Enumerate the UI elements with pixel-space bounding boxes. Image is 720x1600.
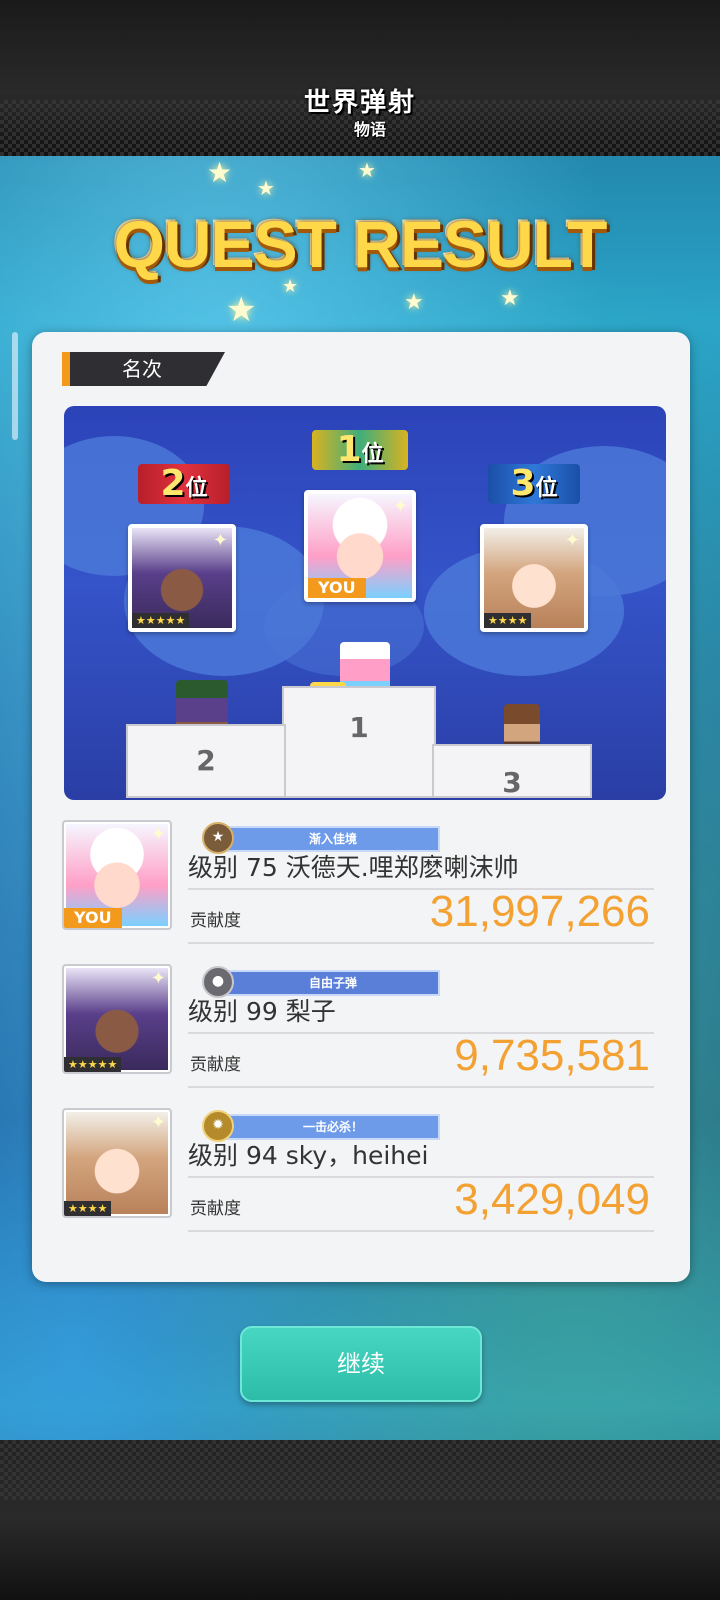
- player-name: 级别 94 sky，heihei: [188, 1141, 429, 1170]
- logo-main-text: 世界弹射: [303, 88, 416, 118]
- rank-suffix: 位: [185, 476, 208, 501]
- portrait-second[interactable]: ✦ ★★★★★: [128, 524, 236, 632]
- contribution-label: 贡献度: [190, 1199, 241, 1219]
- star-icon: ★: [358, 158, 376, 182]
- bottom-checker-pattern: [0, 1440, 720, 1500]
- portrait-first[interactable]: ✦ YOU: [304, 490, 416, 602]
- rarity-stars: ★★★★: [64, 1201, 112, 1216]
- rank-number: 2: [160, 463, 186, 504]
- sparkle-icon: ✦: [564, 530, 580, 551]
- divider: [188, 942, 654, 944]
- sparkle-icon: ✦: [212, 530, 228, 551]
- star-icon: ★: [226, 290, 257, 330]
- contribution-value: 9,735,581: [454, 1031, 650, 1080]
- podium-step-label: 3: [502, 766, 522, 799]
- rarity-stars: ★★★★★: [64, 1057, 122, 1072]
- section-tag-label: 名次: [70, 352, 225, 386]
- player-avatar[interactable]: ✦ YOU: [62, 820, 172, 930]
- section-tag: 名次: [62, 352, 232, 386]
- star-icon: ★: [500, 286, 520, 311]
- player-avatar[interactable]: ✦ ★★★★: [62, 1108, 172, 1218]
- podium-step-first: 1: [282, 686, 436, 798]
- podium-step-third: 3: [432, 744, 592, 799]
- rank-ribbon-second: 2位: [138, 464, 230, 504]
- scrollbar[interactable]: [12, 332, 18, 440]
- title-badge: 渐入佳境: [226, 826, 440, 852]
- player-name: 级别 75 沃德天.哩郑麽喇沫帅: [188, 853, 519, 882]
- sparkle-icon: ✦: [150, 1112, 166, 1133]
- contribution-value: 31,997,266: [429, 887, 650, 936]
- podium-step-label: 1: [349, 711, 369, 744]
- result-row[interactable]: ✦ YOU 渐入佳境 ★ 级别 75 沃德天.哩郑麽喇沫帅 贡献度 31,997…: [62, 820, 654, 948]
- you-badge: YOU: [308, 578, 366, 598]
- rank-number: 1: [336, 429, 362, 470]
- game-logo: 世界弹射 物语: [290, 76, 430, 148]
- quest-result-title: QUEST RESULT: [113, 207, 608, 281]
- logo-sub-text: 物语: [353, 120, 386, 139]
- bottom-bar: [0, 1440, 720, 1600]
- contribution-label: 贡献度: [190, 911, 241, 931]
- star-icon: ★: [207, 156, 233, 189]
- rank-suffix: 位: [535, 476, 558, 501]
- result-panel: 名次 1位 2位 3位 ✦ YOU ✦ ★★★★★ ✦ ★★★★ 1 2 3 ✦…: [32, 332, 690, 1282]
- rank-ribbon-third: 3位: [488, 464, 580, 504]
- rarity-stars: ★★★★★: [132, 613, 190, 628]
- sparkle-icon: ✦: [150, 824, 166, 845]
- section-tag-accent: [62, 352, 70, 386]
- divider: [188, 1086, 654, 1088]
- title-badge: 自由子弹: [226, 970, 440, 996]
- result-row[interactable]: ✦ ★★★★ 一击必杀！ ✹ 级别 94 sky，heihei 贡献度 3,42…: [62, 1108, 654, 1236]
- star-icon: ★: [257, 176, 275, 200]
- player-name: 级别 99 梨子: [188, 997, 336, 1026]
- podium-step-label: 2: [196, 744, 216, 777]
- contribution-value: 3,429,049: [454, 1175, 650, 1224]
- title-badge: 一击必杀！: [226, 1114, 440, 1140]
- you-badge: YOU: [64, 908, 122, 928]
- continue-button[interactable]: 继续: [240, 1326, 482, 1402]
- rank-number: 3: [510, 463, 536, 504]
- result-row[interactable]: ✦ ★★★★★ 自由子弹 ● 级别 99 梨子 贡献度 9,735,581: [62, 964, 654, 1092]
- contribution-label: 贡献度: [190, 1055, 241, 1075]
- star-icon: ★: [404, 290, 424, 315]
- podium-step-second: 2: [126, 724, 286, 798]
- sparkle-icon: ✦: [392, 496, 408, 517]
- divider: [188, 1230, 654, 1232]
- player-avatar[interactable]: ✦ ★★★★★: [62, 964, 172, 1074]
- sparkle-icon: ✦: [150, 968, 166, 989]
- portrait-third[interactable]: ✦ ★★★★: [480, 524, 588, 632]
- rank-suffix: 位: [361, 442, 384, 467]
- rarity-stars: ★★★★: [484, 613, 532, 628]
- rank-ribbon-first: 1位: [312, 430, 408, 470]
